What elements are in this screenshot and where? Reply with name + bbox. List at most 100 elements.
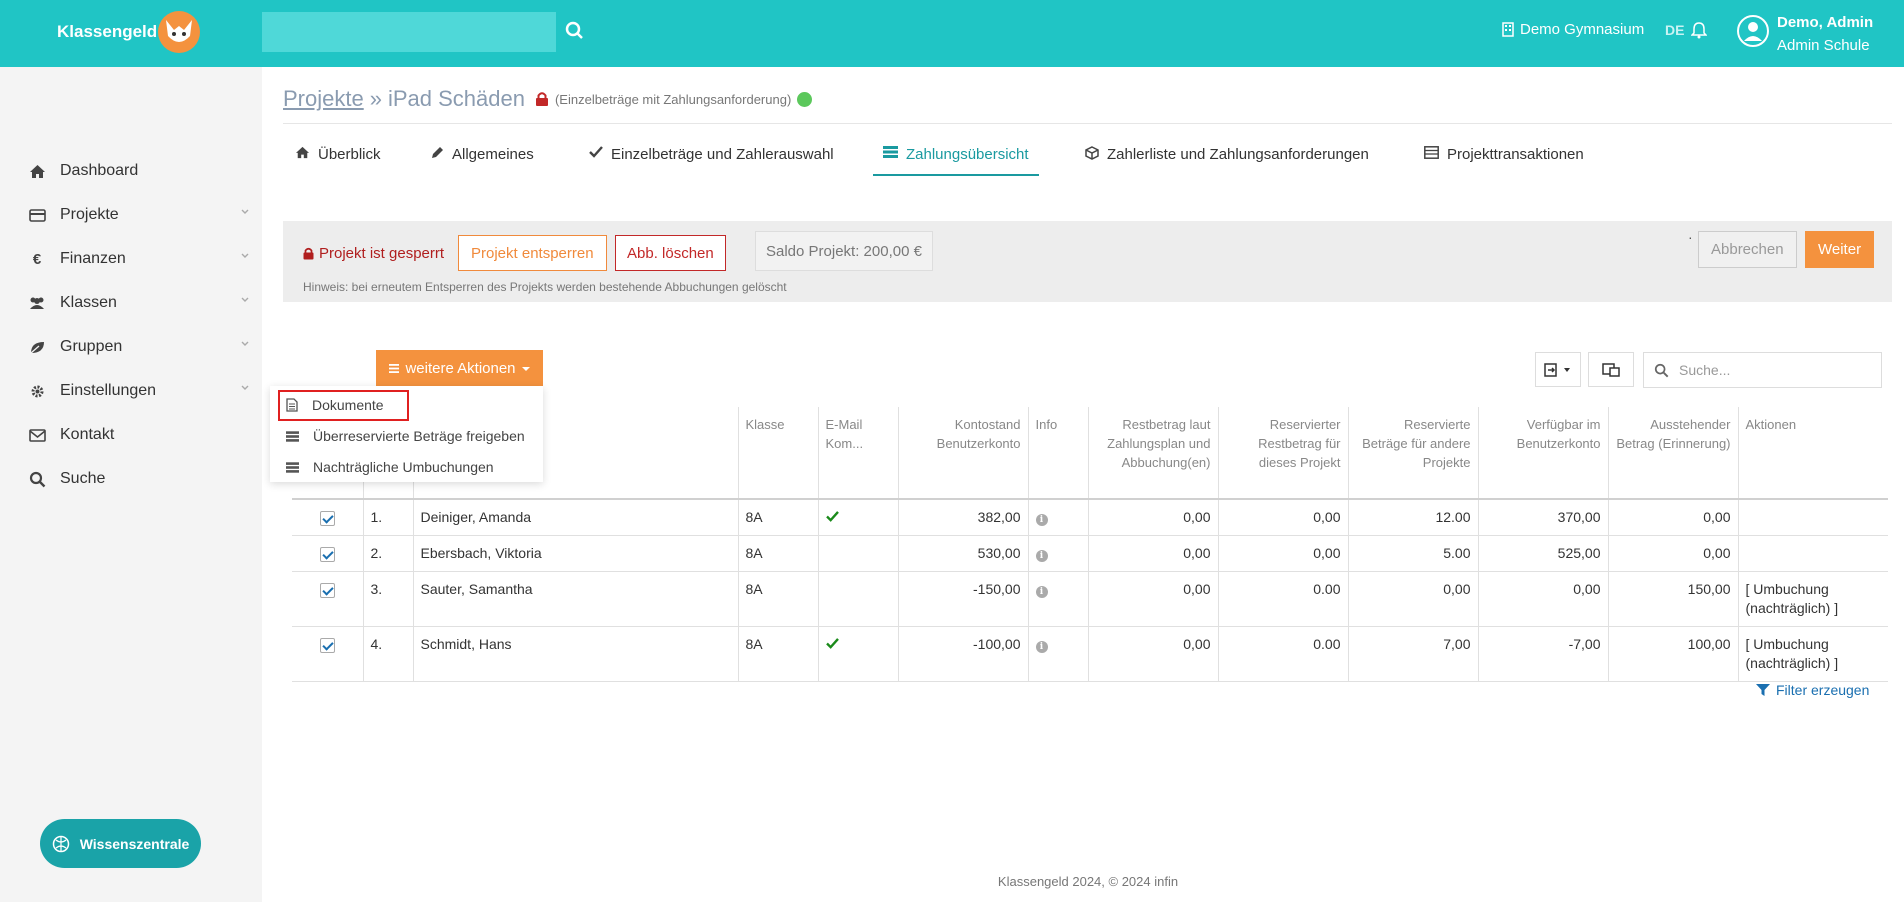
- row-andere: 0,00: [1347, 571, 1478, 627]
- row-ausstehend: 0,00: [1607, 499, 1738, 536]
- sidebar-item-gruppen[interactable]: Gruppen: [28, 335, 250, 359]
- export-button[interactable]: [1535, 352, 1581, 387]
- col-restbetrag[interactable]: Restbetrag laut Zahlungsplan und Abbuchu…: [1087, 407, 1218, 500]
- row-checkbox[interactable]: [292, 626, 363, 682]
- global-search-input[interactable]: [262, 12, 556, 52]
- check-icon: [589, 146, 603, 158]
- col-reserviert[interactable]: Reservierter Restbetrag für dieses Proje…: [1217, 407, 1348, 500]
- row-nr: 1.: [362, 499, 413, 536]
- menu-item-ueberreserviert[interactable]: Überreservierte Beträge freigeben: [286, 428, 525, 444]
- breadcrumb-projekte-link[interactable]: Projekte: [283, 86, 364, 112]
- col-ausstehend[interactable]: Ausstehender Betrag (Erinnerung): [1607, 407, 1738, 500]
- euro-icon: €: [32, 250, 42, 268]
- tab-zahlerliste[interactable]: Zahlerliste und Zahlungsanforderungen: [1085, 146, 1369, 176]
- row-email: [817, 571, 898, 627]
- column-toggle-button[interactable]: [1588, 352, 1634, 387]
- col-verfuegbar[interactable]: Verfügbar im Benutzerkonto: [1477, 407, 1608, 500]
- sidebar-item-einstellungen[interactable]: Einstellungen: [28, 379, 250, 403]
- more-actions-label: weitere Aktionen: [405, 360, 516, 377]
- wissenszentrale-label: Wissenszentrale: [79, 835, 190, 852]
- row-name: Deiniger, Amanda: [412, 499, 738, 536]
- menu-item-label: Dokumente: [312, 397, 384, 413]
- info-icon[interactable]: i: [1035, 641, 1048, 653]
- row-aktion: [1737, 535, 1888, 572]
- locked-label: Projekt ist gesperrt: [319, 245, 445, 262]
- document-icon: [286, 398, 298, 412]
- row-kontostand: 530,00: [897, 535, 1028, 572]
- col-email[interactable]: E-Mail Kom...: [817, 407, 898, 500]
- menu-item-dokumente[interactable]: Dokumente: [286, 397, 384, 413]
- col-kontostand[interactable]: Kontostand Benutzerkonto: [897, 407, 1028, 500]
- brand-name[interactable]: Klassengeld: [57, 22, 157, 42]
- row-info[interactable]: i: [1027, 499, 1088, 536]
- tab-allgemeines[interactable]: Allgemeines: [431, 146, 534, 176]
- sidebar-item-suche[interactable]: Suche: [28, 467, 250, 491]
- chevron-down-icon: [241, 209, 249, 214]
- info-icon[interactable]: i: [1035, 550, 1048, 562]
- sidebar-item-label: Finanzen: [60, 250, 126, 267]
- sidebar-item-label: Einstellungen: [60, 382, 157, 399]
- row-reserviert: 0.00: [1217, 626, 1348, 682]
- home-icon: [296, 146, 309, 159]
- next-button[interactable]: Weiter: [1805, 231, 1875, 268]
- cancel-button[interactable]: Abbrechen: [1698, 231, 1797, 268]
- brain-icon: [52, 835, 69, 852]
- sidebar-item-label: Gruppen: [60, 338, 123, 355]
- row-name: Ebersbach, Viktoria: [412, 535, 738, 572]
- row-verfuegbar: 525,00: [1477, 535, 1608, 572]
- school-selector[interactable]: Demo Gymnasium: [1502, 21, 1644, 38]
- create-filter-link[interactable]: Filter erzeugen: [1756, 682, 1869, 698]
- col-andere[interactable]: Reservierte Beträge für andere Projekte: [1347, 407, 1478, 500]
- row-checkbox[interactable]: [292, 499, 363, 536]
- row-email: [817, 626, 898, 682]
- row-checkbox[interactable]: [292, 571, 363, 627]
- table-search-field[interactable]: Suche...: [1643, 352, 1882, 388]
- menu-item-label: Überreservierte Beträge freigeben: [313, 428, 525, 444]
- unlock-project-button[interactable]: Projekt entsperren: [458, 235, 607, 271]
- row-reserviert: 0,00: [1217, 499, 1348, 536]
- fox-logo-icon[interactable]: [152, 8, 206, 54]
- tab-label: Einzelbeträge und Zahlerauswahl: [611, 146, 834, 163]
- umbuchung-link[interactable]: [ Umbuchung (nachträglich) ]: [1737, 571, 1888, 627]
- sidebar-item-finanzen[interactable]: € Finanzen: [28, 247, 250, 271]
- menu-item-umbuchungen[interactable]: Nachträgliche Umbuchungen: [286, 459, 494, 475]
- umbuchung-link[interactable]: [ Umbuchung (nachträglich) ]: [1737, 626, 1888, 682]
- wissenszentrale-button[interactable]: Wissenszentrale: [40, 819, 201, 868]
- filter-icon: [1756, 684, 1770, 696]
- row-email: [817, 499, 898, 536]
- row-info[interactable]: i: [1027, 626, 1088, 682]
- col-klasse[interactable]: Klasse: [737, 407, 818, 500]
- tab-einzelbetraege[interactable]: Einzelbeträge und Zahlerauswahl: [589, 146, 834, 176]
- row-info[interactable]: i: [1027, 571, 1088, 627]
- more-actions-button[interactable]: weitere Aktionen: [376, 350, 543, 387]
- row-info[interactable]: i: [1027, 535, 1088, 572]
- delete-debits-button[interactable]: Abb. löschen: [615, 235, 726, 271]
- row-nr: 4.: [362, 626, 413, 682]
- info-icon[interactable]: i: [1035, 586, 1048, 598]
- sidebar-item-dashboard[interactable]: Dashboard: [28, 159, 250, 183]
- row-aktion: [1737, 499, 1888, 536]
- building-icon: [1502, 22, 1514, 37]
- row-checkbox[interactable]: [292, 535, 363, 572]
- sidebar-item-label: Klassen: [60, 294, 117, 311]
- info-icon[interactable]: i: [1035, 514, 1048, 526]
- list-icon: [883, 146, 898, 158]
- row-klasse: 8A: [737, 571, 818, 627]
- avatar[interactable]: [1737, 15, 1769, 47]
- tab-projekttransaktionen[interactable]: Projekttransaktionen: [1424, 146, 1584, 176]
- search-icon[interactable]: [564, 20, 586, 42]
- caret-down-icon: [521, 366, 530, 371]
- tab-ueberblick[interactable]: Überblick: [295, 146, 381, 176]
- language-switch[interactable]: DE: [1665, 22, 1684, 38]
- sidebar-item-projekte[interactable]: Projekte: [28, 203, 250, 227]
- sidebar-item-kontakt[interactable]: Kontakt: [28, 423, 250, 447]
- list-icon: [286, 430, 299, 442]
- lock-icon: [535, 92, 548, 106]
- sidebar-item-label: Projekte: [60, 206, 119, 223]
- sidebar-item-klassen[interactable]: Klassen: [28, 291, 250, 315]
- user-name[interactable]: Demo, Admin: [1777, 14, 1873, 31]
- row-email: [817, 535, 898, 572]
- col-aktionen: Aktionen: [1737, 407, 1888, 500]
- tab-zahlungsuebersicht[interactable]: Zahlungsübersicht: [873, 146, 1039, 176]
- bell-icon[interactable]: [1691, 21, 1707, 39]
